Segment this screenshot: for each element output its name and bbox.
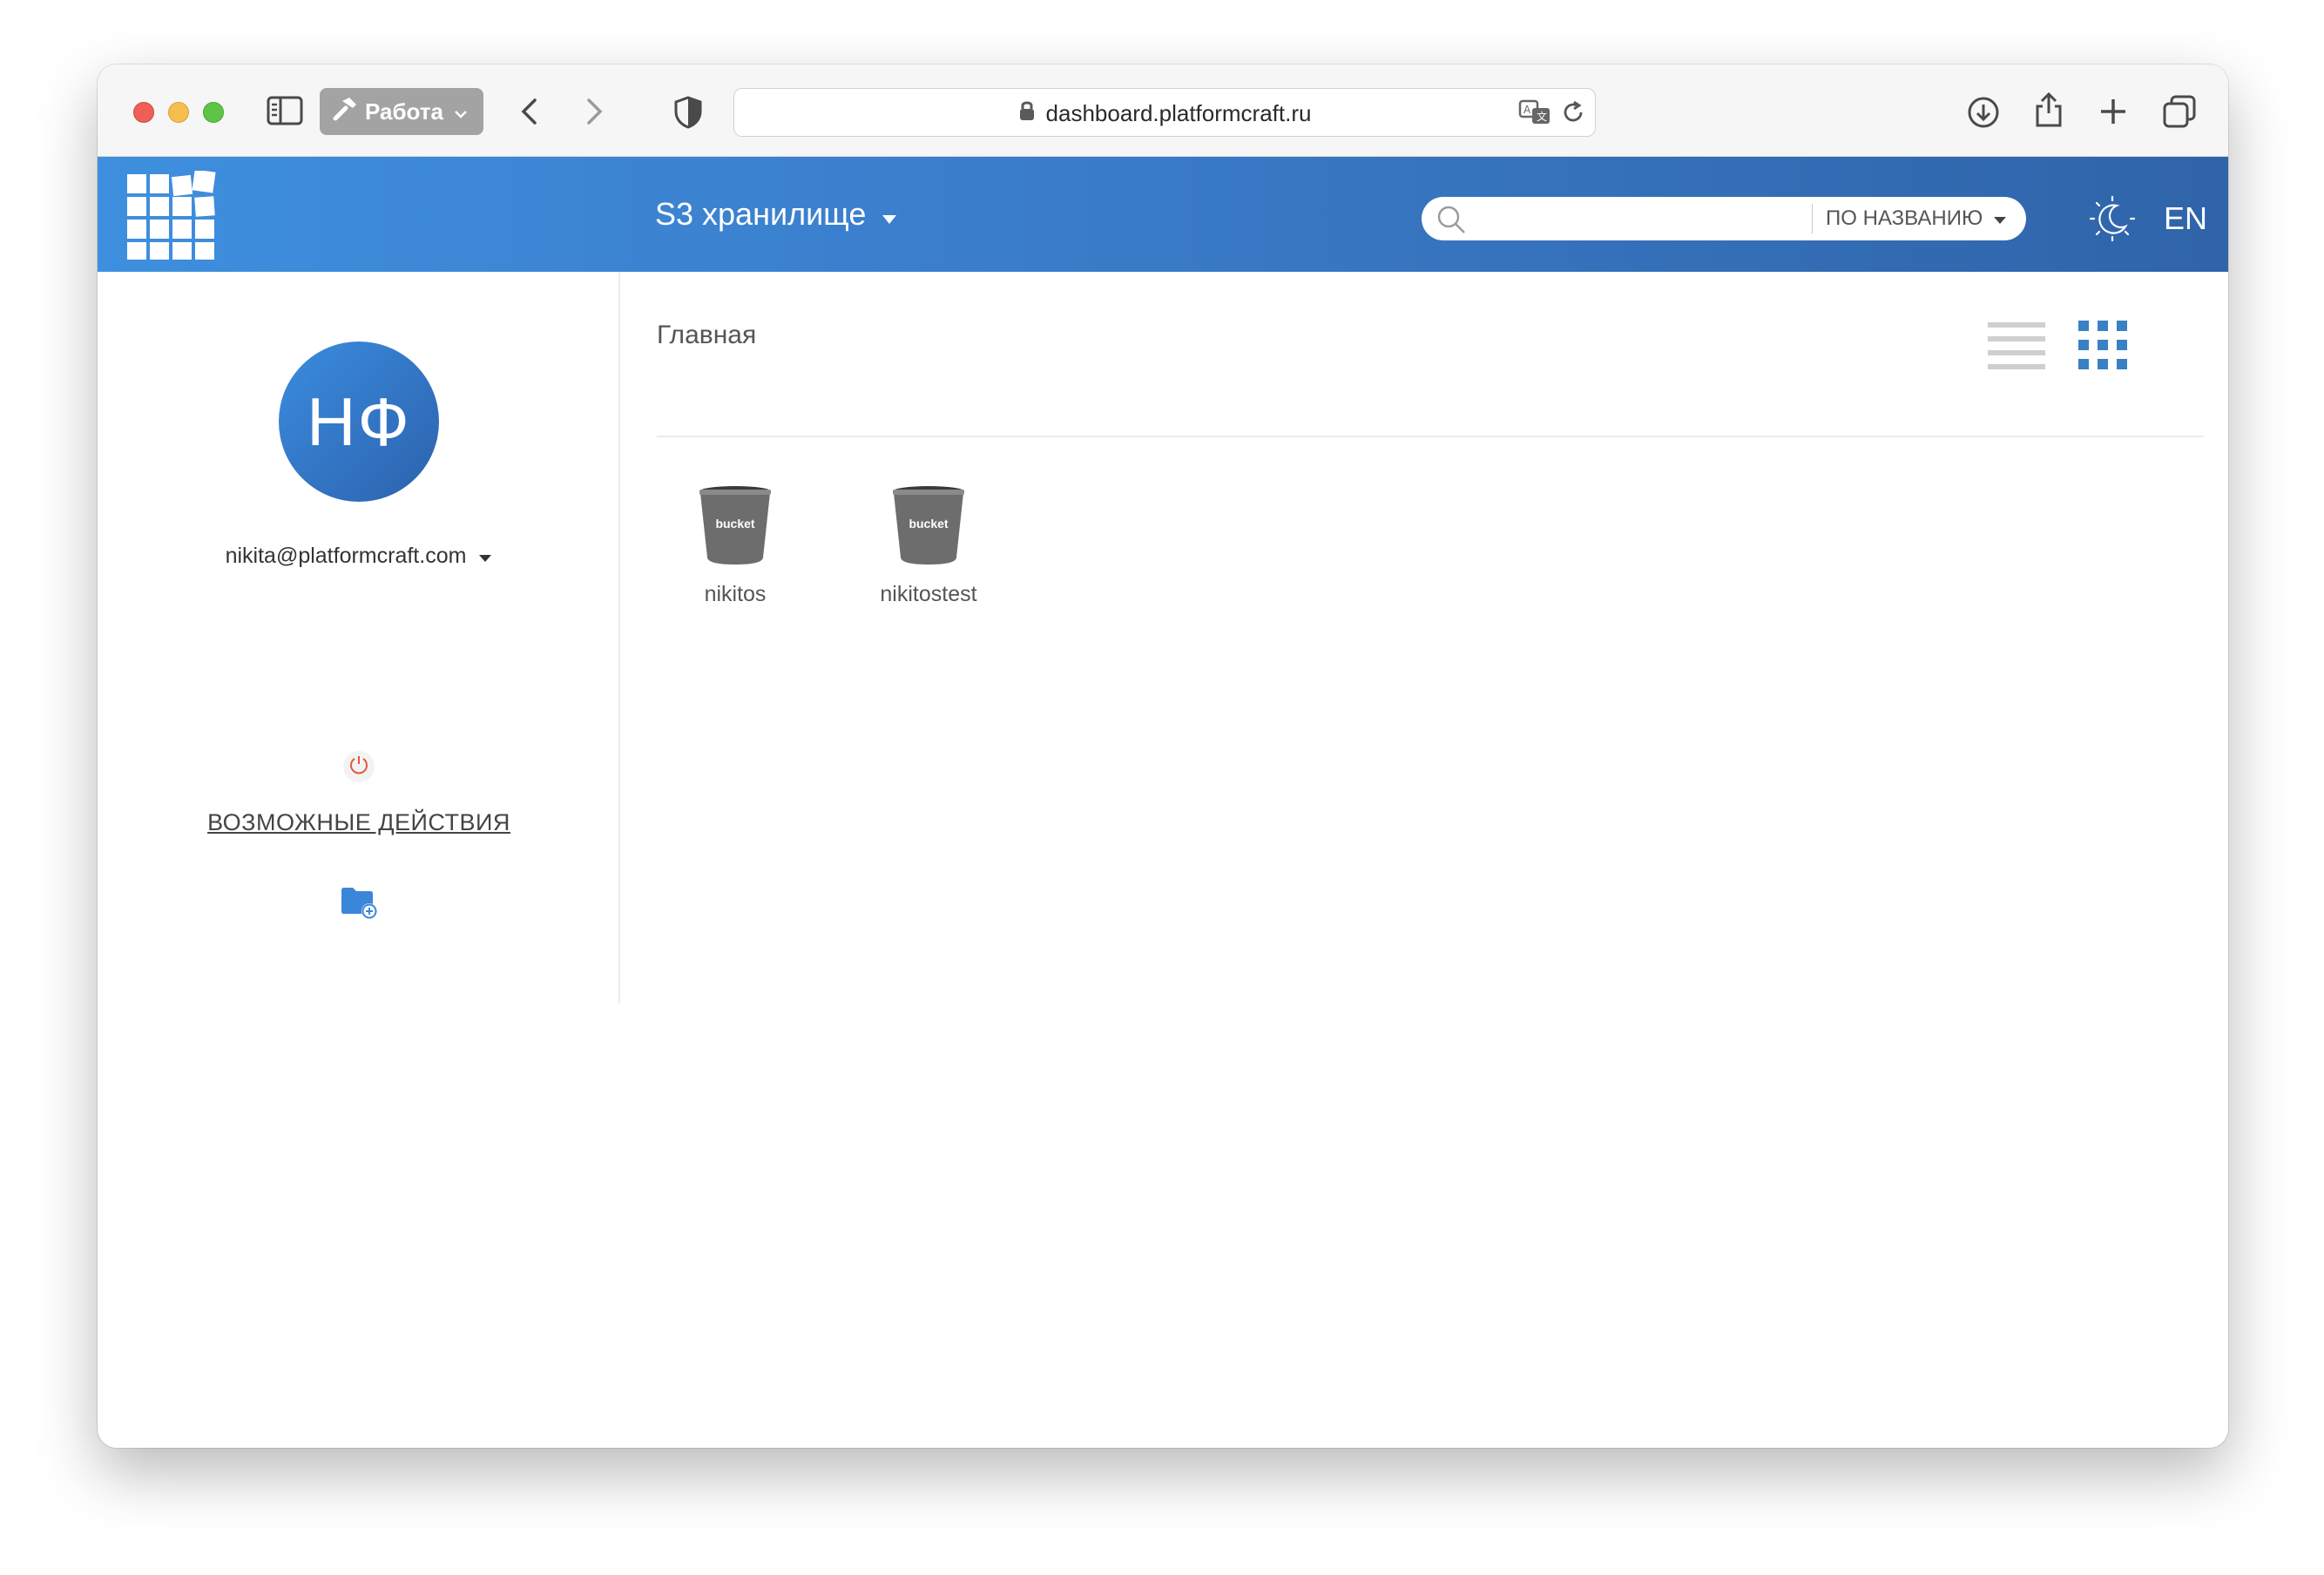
logout-button[interactable] <box>343 751 375 782</box>
avatar[interactable]: НФ <box>279 341 439 502</box>
svg-text:文: 文 <box>1537 110 1547 123</box>
moon-icon[interactable] <box>2089 195 2136 247</box>
bucket-badge: bucket <box>909 517 948 531</box>
browser-window: Работа dashboard.platformcraft.ru A文 S3 … <box>98 64 2228 1448</box>
possible-actions-link[interactable]: ВОЗМОЖНЫЕ ДЕЙСТВИЯ <box>98 805 620 840</box>
reload-icon[interactable] <box>1560 99 1586 125</box>
zoom-window-button[interactable] <box>203 102 224 123</box>
search-mode-dropdown[interactable]: ПО НАЗВАНИЮ <box>1826 197 2007 240</box>
download-icon[interactable] <box>1967 96 2000 129</box>
profile-label: Работа <box>365 98 443 125</box>
bucket-icon: bucket <box>893 486 964 564</box>
close-window-button[interactable] <box>133 102 154 123</box>
tab-overview-icon[interactable] <box>2162 94 2197 129</box>
new-tab-icon[interactable] <box>2098 96 2129 127</box>
new-folder-icon[interactable] <box>340 885 380 924</box>
lock-icon <box>1018 99 1036 128</box>
share-icon[interactable] <box>2033 91 2064 129</box>
browser-toolbar: Работа dashboard.platformcraft.ru A文 <box>98 64 2228 157</box>
url-text: dashboard.platformcraft.ru <box>1045 99 1312 126</box>
privacy-shield-icon[interactable] <box>674 96 702 129</box>
bucket-name: nikitostest <box>880 582 977 606</box>
user-menu[interactable]: nikita@platformcraft.com <box>98 538 620 573</box>
app-logo-icon[interactable] <box>125 169 216 266</box>
search-divider <box>1812 204 1813 233</box>
caret-down-icon <box>478 544 492 569</box>
translate-icon[interactable]: A文 <box>1518 99 1553 125</box>
hammer-icon <box>332 96 358 128</box>
bucket-name: nikitos <box>704 582 767 606</box>
svg-text:A: A <box>1523 104 1531 116</box>
sidebar-toggle-icon[interactable] <box>267 96 303 125</box>
caret-down-icon <box>1993 206 2007 231</box>
bucket-icon: bucket <box>699 486 771 564</box>
user-email: nikita@platformcraft.com <box>225 543 467 568</box>
profile-switcher-button[interactable]: Работа <box>320 88 483 135</box>
bucket-item[interactable]: bucket nikitostest <box>850 484 1007 607</box>
grid-view-icon[interactable] <box>2078 321 2127 374</box>
caret-down-icon <box>882 196 897 233</box>
search-icon <box>1436 204 1467 240</box>
power-icon <box>348 754 370 781</box>
content-divider <box>657 436 2204 437</box>
back-icon[interactable] <box>517 98 542 125</box>
bucket-badge: bucket <box>715 517 754 531</box>
language-switch[interactable]: EN <box>2164 195 2207 242</box>
section-title: S3 хранилище <box>655 196 867 232</box>
list-view-icon[interactable] <box>1988 321 2045 374</box>
minimize-window-button[interactable] <box>168 102 189 123</box>
breadcrumb[interactable]: Главная <box>657 321 756 350</box>
search-bar: ПО НАЗВАНИЮ <box>1422 197 2026 240</box>
address-bar[interactable]: dashboard.platformcraft.ru A文 <box>733 88 1596 137</box>
bucket-item[interactable]: bucket nikitos <box>657 484 814 607</box>
app-header: S3 хранилище ПО НАЗВАНИЮ EN <box>98 157 2228 272</box>
sidebar: НФ nikita@platformcraft.com ВОЗМОЖНЫЕ ДЕ… <box>98 272 620 1004</box>
chevron-down-icon <box>454 98 468 125</box>
forward-icon[interactable] <box>582 98 606 125</box>
section-switcher[interactable]: S3 хранилище <box>655 190 897 239</box>
search-mode-label: ПО НАЗВАНИЮ <box>1826 206 1983 230</box>
